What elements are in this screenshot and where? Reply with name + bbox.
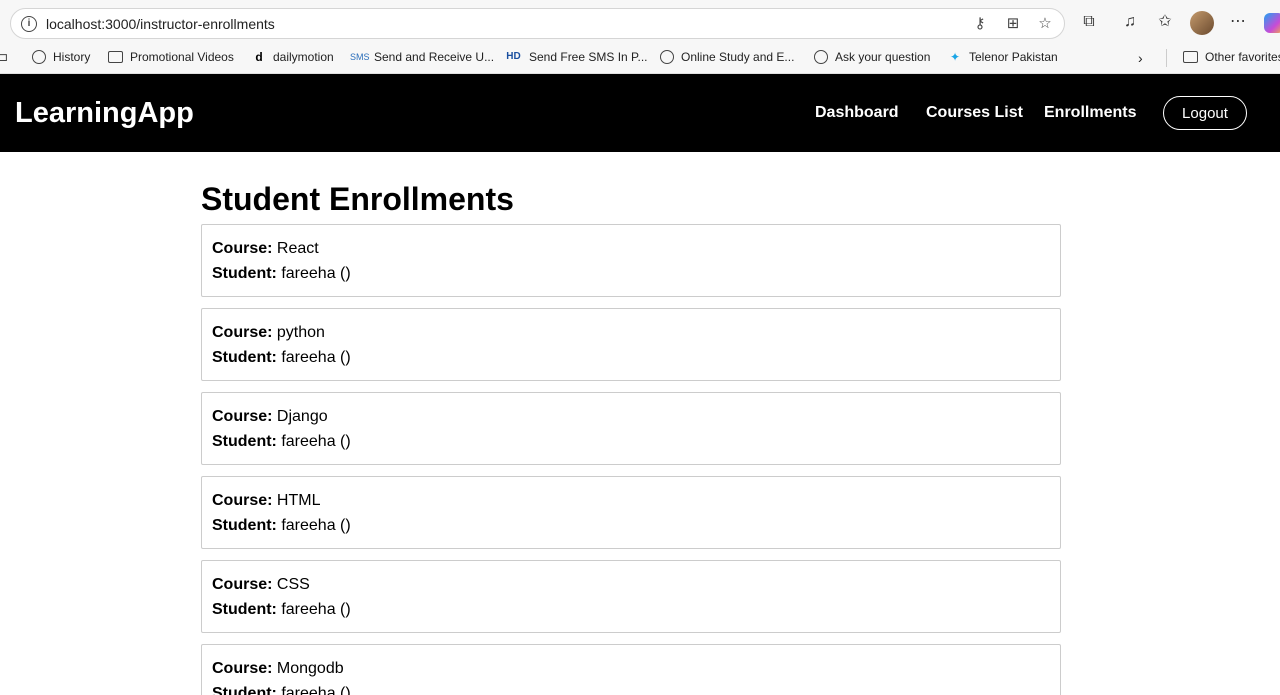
enrollment-list: Course: React Student: fareeha () Course… [201, 224, 1061, 695]
favorites-icon[interactable]: ✩ [1155, 12, 1175, 32]
bookmark-send-free-sms[interactable]: HD Send Free SMS In P... [505, 50, 647, 64]
course-line: Course: Django [212, 404, 1050, 429]
course-line: Course: python [212, 320, 1050, 345]
logout-button[interactable]: Logout [1163, 96, 1247, 130]
enrollment-card: Course: CSS Student: fareeha () [201, 560, 1061, 633]
enrollment-card: Course: python Student: fareeha () [201, 308, 1061, 381]
course-label: Course: [212, 408, 273, 425]
app-available-icon[interactable]: ⊞ [1004, 15, 1022, 33]
enrollment-card: Course: React Student: fareeha () [201, 224, 1061, 297]
bookmark-promotional-videos[interactable]: Promotional Videos [108, 50, 234, 64]
profile-avatar[interactable] [1190, 11, 1214, 35]
bookmark-history[interactable]: History [32, 50, 90, 64]
bookmark-telenor[interactable]: ✦ Telenor Pakistan [948, 50, 1058, 64]
course-label: Course: [212, 324, 273, 341]
address-bar[interactable]: i localhost:3000/instructor-enrollments … [10, 8, 1065, 39]
course-value: Mongodb [276, 660, 344, 677]
course-line: Course: Mongodb [212, 656, 1050, 681]
folder-icon [108, 51, 123, 63]
globe-icon [32, 50, 46, 64]
course-line: Course: HTML [212, 488, 1050, 513]
student-line: Student: fareeha () [212, 429, 1050, 454]
url-text[interactable]: localhost:3000/instructor-enrollments [46, 16, 275, 32]
telenor-icon: ✦ [949, 50, 961, 64]
media-icon[interactable]: ♫ [1120, 12, 1140, 32]
bookmarks-bar: ⊐ History Promotional Videos d dailymotio… [0, 44, 1280, 72]
nav-dashboard[interactable]: Dashboard [815, 104, 899, 122]
student-label: Student: [212, 433, 277, 450]
course-label: Course: [212, 492, 273, 509]
student-line: Student: fareeha () [212, 681, 1050, 695]
student-value: fareeha () [281, 433, 351, 450]
student-label: Student: [212, 685, 277, 695]
nav-courses-list[interactable]: Courses List [926, 104, 1023, 122]
enrollment-card: Course: HTML Student: fareeha () [201, 476, 1061, 549]
bookmark-overflow-icon[interactable]: ⊐ [0, 50, 17, 64]
app-navbar: LearningApp Dashboard Courses List Enrol… [0, 74, 1280, 152]
student-value: fareeha () [281, 265, 351, 282]
favorite-star-icon[interactable]: ☆ [1036, 15, 1054, 33]
student-value: fareeha () [281, 349, 351, 366]
copilot-icon[interactable] [1264, 13, 1280, 33]
course-line: Course: CSS [212, 572, 1050, 597]
address-row: i localhost:3000/instructor-enrollments … [0, 0, 1280, 42]
course-label: Course: [212, 240, 273, 257]
student-line: Student: fareeha () [212, 597, 1050, 622]
bookmark-other-favorites[interactable]: Other favorites [1183, 50, 1280, 64]
dailymotion-icon: d [255, 50, 263, 64]
course-value: React [276, 240, 319, 257]
site-info-icon[interactable]: i [21, 16, 37, 32]
page-title: Student Enrollments [201, 181, 514, 217]
bookmark-send-receive[interactable]: SMS Send and Receive U... [350, 50, 494, 64]
bookmarks-divider [1166, 49, 1167, 67]
student-value: fareeha () [281, 685, 351, 695]
chevron-right-icon[interactable]: › [1138, 50, 1143, 66]
student-line: Student: fareeha () [212, 261, 1050, 286]
student-label: Student: [212, 517, 277, 534]
bookmark-dailymotion[interactable]: d dailymotion [252, 50, 333, 64]
student-value: fareeha () [281, 517, 351, 534]
sms-icon: SMS [350, 52, 370, 62]
browser-chrome: i localhost:3000/instructor-enrollments … [0, 0, 1280, 74]
course-label: Course: [212, 660, 273, 677]
course-value: CSS [276, 576, 310, 593]
student-label: Student: [212, 349, 277, 366]
course-line: Course: React [212, 236, 1050, 261]
bookmark-online-study[interactable]: Online Study and E... [660, 50, 794, 64]
folder-icon [1183, 51, 1198, 63]
student-line: Student: fareeha () [212, 345, 1050, 370]
globe-icon [814, 50, 828, 64]
student-value: fareeha () [281, 601, 351, 618]
course-label: Course: [212, 576, 273, 593]
student-line: Student: fareeha () [212, 513, 1050, 538]
bookmark-ask-question[interactable]: Ask your question [814, 50, 930, 64]
hd-icon: HD [506, 51, 521, 62]
course-value: python [276, 324, 325, 341]
password-key-icon[interactable]: ⚷ [971, 15, 989, 33]
course-value: Django [276, 408, 328, 425]
globe-icon [660, 50, 674, 64]
main-content: Student Enrollments Course: React Studen… [201, 152, 1061, 695]
nav-enrollments[interactable]: Enrollments [1044, 104, 1136, 122]
student-label: Student: [212, 265, 277, 282]
course-value: HTML [276, 492, 321, 509]
extensions-icon[interactable]: ⧉ [1079, 12, 1099, 32]
more-menu-icon[interactable]: ⋯ [1228, 12, 1248, 32]
brand-logo[interactable]: LearningApp [15, 97, 194, 130]
enrollment-card: Course: Django Student: fareeha () [201, 392, 1061, 465]
enrollment-card: Course: Mongodb Student: fareeha () [201, 644, 1061, 695]
student-label: Student: [212, 601, 277, 618]
